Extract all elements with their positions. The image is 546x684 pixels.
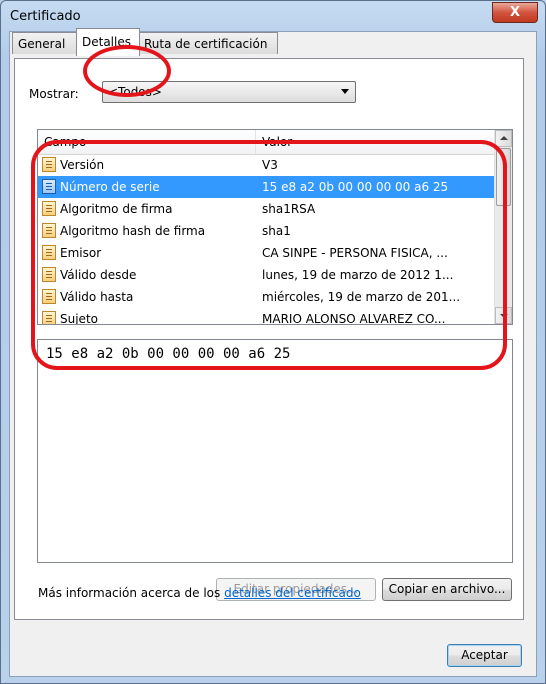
certificate-window: Certificado X General Detalles Ruta de c… <box>0 0 546 684</box>
field-value: miércoles, 19 de marzo de 201... <box>262 290 461 304</box>
tab-ruta-certificacion[interactable]: Ruta de certificación <box>138 32 278 54</box>
field-value: sha1RSA <box>262 202 316 216</box>
field-icon <box>42 245 56 260</box>
field-icon <box>42 201 56 216</box>
list-row-valido-hasta[interactable]: Válido hasta miércoles, 19 de marzo de 20… <box>38 286 494 308</box>
field-icon <box>42 267 56 282</box>
field-name: Emisor <box>60 246 102 260</box>
more-info-line: Más información acerca de los detalles d… <box>38 586 361 600</box>
column-separator[interactable] <box>255 130 256 154</box>
field-name: Válido hasta <box>60 290 134 304</box>
field-value: CA SINPE - PERSONA FISICA, ... <box>262 246 448 260</box>
mostrar-label: Mostrar: <box>29 87 79 101</box>
field-value: sha1 <box>262 224 291 238</box>
field-name: Versión <box>60 158 105 172</box>
list-row-valido-desde[interactable]: Válido desde lunes, 19 de marzo de 2012 1… <box>38 264 494 286</box>
tab-ruta-label: Ruta de certificación <box>144 37 268 51</box>
field-icon <box>42 157 56 172</box>
tab-general[interactable]: General <box>12 32 78 54</box>
field-name: Algoritmo de firma <box>60 202 173 216</box>
list-scrollbar[interactable] <box>494 130 512 324</box>
field-name: Válido desde <box>60 268 137 282</box>
window-title: Certificado <box>10 9 81 24</box>
column-header-campo[interactable]: Campo <box>44 135 86 149</box>
dialog-body: General Detalles Ruta de certificación M… <box>9 28 537 677</box>
tab-detalles[interactable]: Detalles <box>76 28 140 56</box>
list-row-version[interactable]: Versión V3 <box>38 154 494 176</box>
title-bar[interactable]: Certificado X <box>1 1 545 29</box>
field-name: Sujeto <box>60 312 98 325</box>
list-row-emisor[interactable]: Emisor CA SINPE - PERSONA FISICA, ... <box>38 242 494 264</box>
details-panel: Mostrar: <Todos> Campo Valor Versión V3 N… <box>14 58 524 620</box>
list-row-algoritmo-firma[interactable]: Algoritmo de firma sha1RSA <box>38 198 494 220</box>
close-button[interactable]: X <box>492 2 538 23</box>
field-detail-text: 15 e8 a2 0b 00 00 00 00 a6 25 <box>46 346 291 362</box>
field-icon <box>42 179 56 194</box>
copy-to-file-button[interactable]: Copiar en archivo... <box>382 578 512 601</box>
field-value: V3 <box>262 158 278 172</box>
list-row-sujeto[interactable]: Sujeto MARIO ALONSO ALVAREZ CO... <box>38 308 494 325</box>
scroll-down-arrow-icon[interactable] <box>495 307 512 324</box>
mostrar-select[interactable]: <Todos> <box>102 81 356 103</box>
close-icon: X <box>509 5 521 20</box>
list-row-algoritmo-hash[interactable]: Algoritmo hash de firma sha1 <box>38 220 494 242</box>
field-icon <box>42 223 56 238</box>
field-value: 15 e8 a2 0b 00 00 00 00 a6 25 <box>262 180 449 194</box>
list-header: Campo Valor <box>38 130 494 155</box>
more-info-prefix: Más información acerca de los <box>38 586 225 600</box>
tab-detalles-label: Detalles <box>82 35 131 49</box>
mostrar-selected-value: <Todos> <box>108 85 162 99</box>
column-header-valor[interactable]: Valor <box>262 135 292 149</box>
field-value: MARIO ALONSO ALVAREZ CO... <box>262 312 446 325</box>
scroll-up-arrow-icon[interactable] <box>495 130 512 147</box>
fields-list[interactable]: Campo Valor Versión V3 Número de serie 15 … <box>37 129 513 325</box>
field-icon <box>42 289 56 304</box>
field-value: lunes, 19 de marzo de 2012 1... <box>262 268 454 282</box>
ok-button[interactable]: Aceptar <box>447 644 522 667</box>
chevron-down-icon <box>341 89 349 94</box>
field-name: Número de serie <box>60 180 160 194</box>
field-detail-box[interactable]: 15 e8 a2 0b 00 00 00 00 a6 25 <box>37 339 513 563</box>
field-icon <box>42 311 56 324</box>
list-rows: Versión V3 Número de serie 15 e8 a2 0b 00 … <box>38 154 494 325</box>
scroll-thumb[interactable] <box>496 148 511 206</box>
tab-general-label: General <box>18 37 66 51</box>
certificate-details-link[interactable]: detalles del certificado <box>224 586 361 600</box>
list-row-numero-serie[interactable]: Número de serie 15 e8 a2 0b 00 00 00 00 a… <box>38 176 494 198</box>
field-name: Algoritmo hash de firma <box>60 224 206 238</box>
